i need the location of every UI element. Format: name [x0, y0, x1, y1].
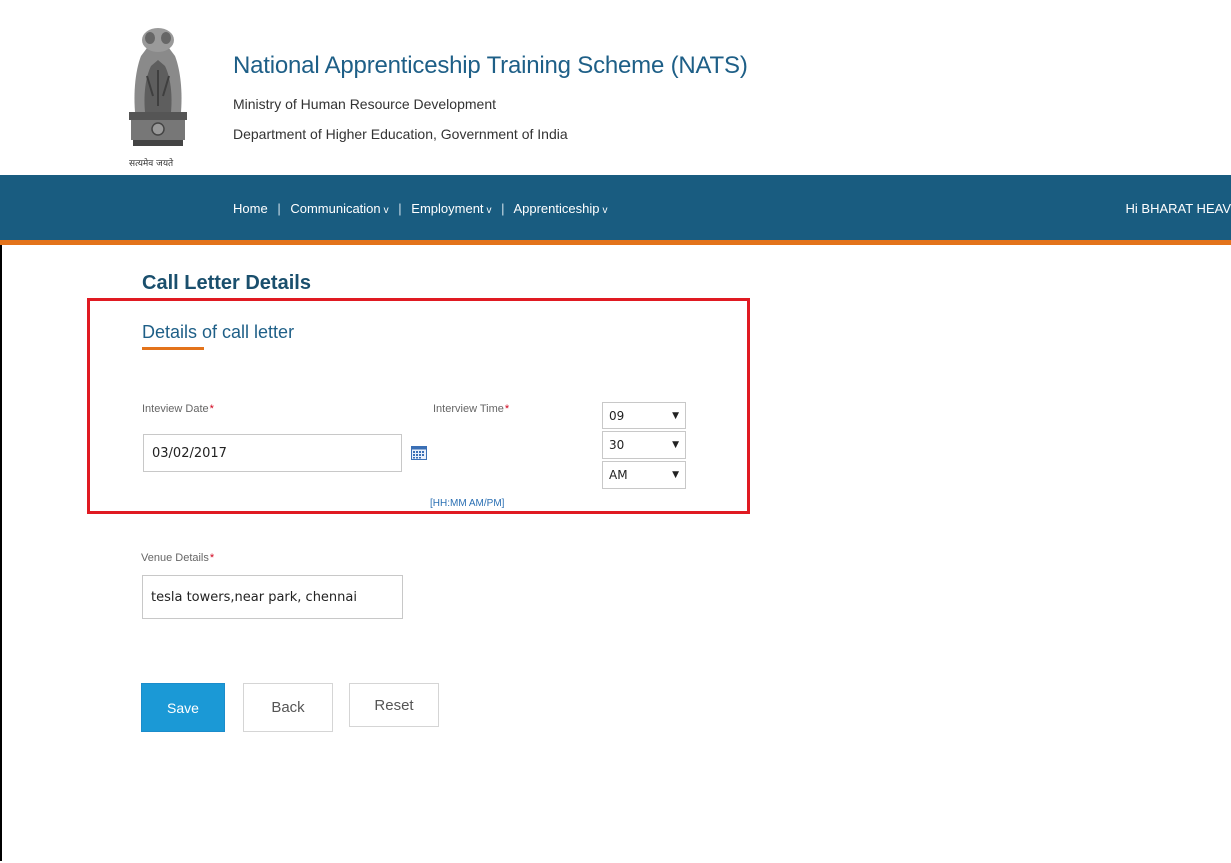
- meridiem-select-value: AM: [609, 468, 628, 482]
- meridiem-select[interactable]: AM ▼: [602, 461, 686, 489]
- page-title: Call Letter Details: [142, 272, 311, 294]
- hour-select-value: 09: [609, 408, 625, 423]
- site-title: National Apprenticeship Training Scheme …: [233, 52, 748, 79]
- nav-separator: |: [398, 201, 402, 216]
- minute-select-value: 30: [609, 438, 625, 452]
- chevron-down-icon: v: [486, 205, 492, 216]
- nav-item-label: Communication: [290, 201, 381, 216]
- section-title: Details of call letter: [142, 322, 295, 342]
- nav-item-employment[interactable]: Employment v: [411, 201, 491, 216]
- main-navbar: Home | Communication v | Employment v | Ap…: [0, 175, 1231, 245]
- required-marker: *: [209, 403, 214, 415]
- interview-time-label: Interview Time*: [433, 403, 509, 415]
- required-marker: *: [504, 403, 510, 415]
- hour-select[interactable]: 09 ▼: [602, 402, 686, 429]
- nav-item-communication[interactable]: Communication v: [290, 201, 388, 216]
- venue-details-label-text: Venue Details: [141, 552, 209, 564]
- nav-item-label: Home: [233, 201, 268, 216]
- dropdown-caret-icon: ▼: [672, 440, 679, 450]
- dropdown-caret-icon: ▼: [672, 410, 679, 421]
- back-button[interactable]: Back: [243, 683, 333, 732]
- interview-date-input[interactable]: 03/02/2017: [143, 434, 402, 472]
- time-format-hint: [HH:MM AM/PM]: [430, 498, 505, 509]
- section-underline: [142, 347, 204, 350]
- venue-details-input[interactable]: tesla towers,near park, chennai: [142, 575, 403, 619]
- save-button[interactable]: Save: [141, 683, 225, 732]
- venue-details-label: Venue Details*: [141, 552, 214, 564]
- chevron-down-icon: v: [383, 205, 389, 216]
- interview-time-label-text: Interview Time: [433, 403, 504, 415]
- nav-separator: |: [277, 201, 281, 216]
- department-name: Department of Higher Education, Governme…: [233, 126, 568, 142]
- emblem-caption: सत्यमेव जयते: [129, 159, 174, 169]
- dropdown-caret-icon: ▼: [672, 470, 679, 480]
- reset-button[interactable]: Reset: [349, 683, 439, 727]
- nav-menu: Home | Communication v | Employment v | Ap…: [233, 201, 607, 216]
- nav-item-apprenticeship[interactable]: Apprenticeship v: [513, 201, 607, 216]
- site-header: सत्यमेव जयते National Apprenticeship Tra…: [0, 0, 1231, 175]
- national-emblem-icon: [129, 28, 187, 146]
- save-button-label: Save: [167, 699, 199, 716]
- minute-select[interactable]: 30 ▼: [602, 431, 686, 459]
- chevron-down-icon: v: [602, 205, 608, 216]
- nav-item-label: Employment: [411, 201, 484, 216]
- nav-item-home[interactable]: Home: [233, 201, 268, 216]
- interview-date-value: 03/02/2017: [152, 445, 227, 461]
- nav-item-label: Apprenticeship: [513, 201, 600, 216]
- interview-date-label-text: Inteview Date: [142, 403, 209, 415]
- required-marker: *: [209, 552, 215, 564]
- back-button-label: Back: [271, 699, 305, 716]
- interview-date-label: Inteview Date*: [142, 403, 214, 415]
- nav-separator: |: [501, 201, 505, 216]
- reset-button-label: Reset: [374, 696, 414, 714]
- venue-details-value: tesla towers,near park, chennai: [151, 589, 357, 605]
- user-greeting-menu[interactable]: Hi BHARAT HEAV: [1126, 201, 1231, 216]
- calendar-icon[interactable]: [411, 446, 427, 460]
- ministry-name: Ministry of Human Resource Development: [233, 96, 496, 112]
